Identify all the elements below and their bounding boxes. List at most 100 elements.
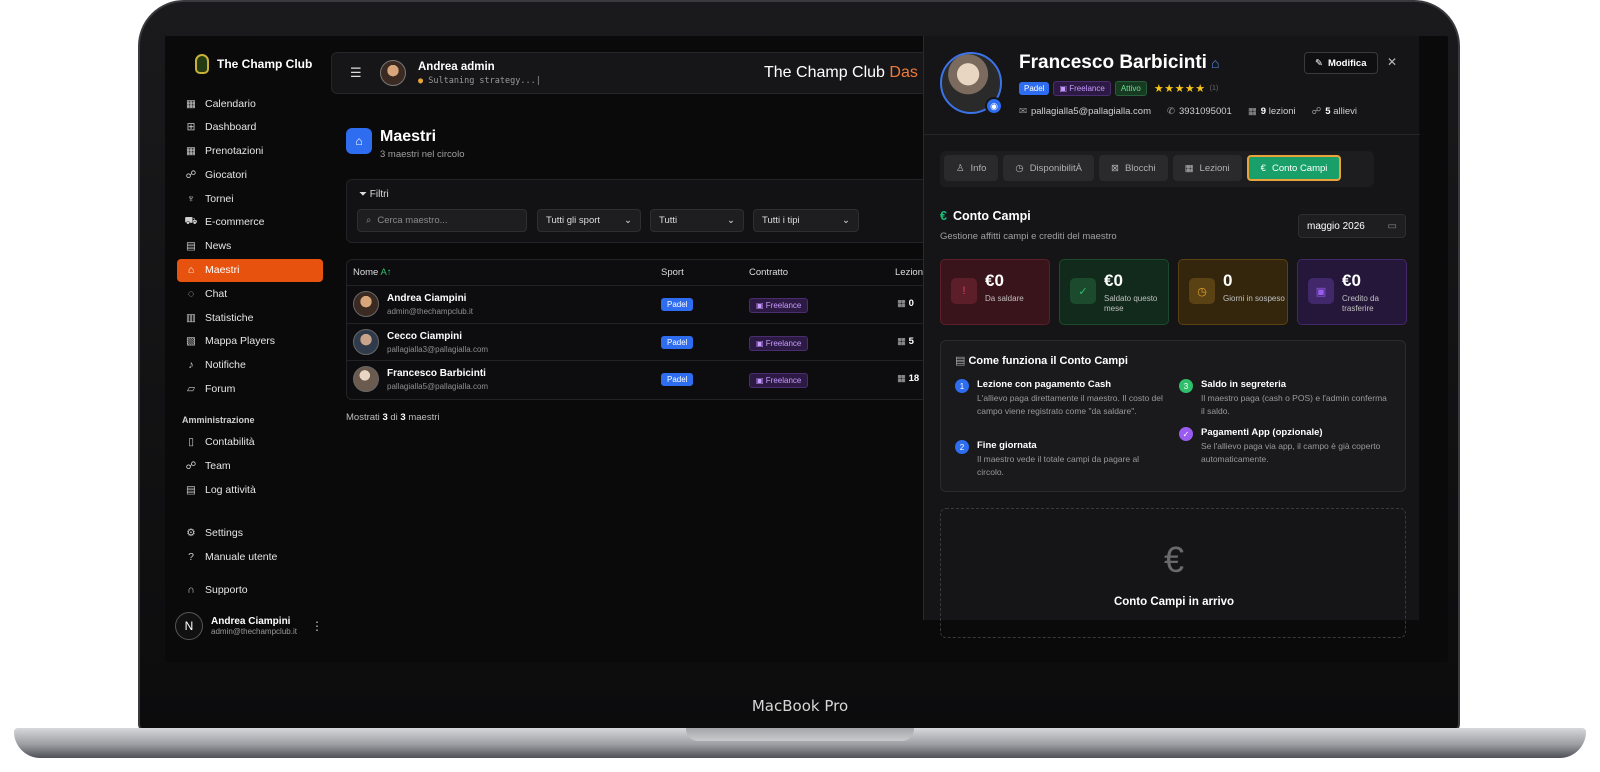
sidebar-item-maestri[interactable]: ⌂ Maestri (177, 258, 323, 282)
menu-icon[interactable]: ☰ (350, 65, 362, 81)
sidebar-user[interactable]: N Andrea Ciampini admin@thechampclub.it … (175, 612, 323, 640)
how-it-works-title: ▤ Come funziona il Conto Campi (955, 355, 1128, 367)
sidebar-item-log-attivita[interactable]: ▤ Log attività (177, 478, 323, 501)
coming-soon-title: Conto Campi in arrivo (1113, 596, 1235, 608)
log-icon: ▤ (186, 483, 196, 496)
section-title: € Conto Campi (940, 209, 1031, 223)
briefcase-icon: ▣ (756, 338, 766, 348)
pencil-icon: ✎ (1315, 57, 1323, 69)
sidebar-user-info: Andrea Ciampini admin@thechampclub.it (211, 616, 297, 636)
admin-section-label: Amministrazione (182, 414, 255, 425)
sidebar-item-prenotazioni[interactable]: ▦ Prenotazioni (177, 140, 323, 163)
kpi-giorni-sospeso: ◷ 0 Giorni in sospeso (1178, 259, 1288, 325)
sidebar-item-calendario[interactable]: ▦ Calendario (177, 92, 323, 115)
device-mockup: MacBook Pro The Champ Club ▦ Calendario ⊞… (0, 0, 1600, 772)
graduation-cap-icon: ⌂ (1210, 55, 1220, 71)
chevron-down-icon: ⌄ (727, 215, 735, 226)
avatar (353, 366, 379, 392)
sidebar-item-manuale[interactable]: ? Manuale utente (177, 546, 323, 569)
search-input[interactable]: ⌕ Cerca maestro... (357, 209, 527, 232)
bar-chart-icon: ▥ (186, 311, 196, 324)
filters-card: ⏷ Filtri ⌕ Cerca maestro... Tutti gli spo… (346, 179, 946, 243)
header-avatar[interactable] (380, 60, 406, 86)
help-icon: ? (188, 551, 194, 564)
euro-icon: € (1163, 539, 1185, 580)
table-row[interactable]: Cecco Ciampini pallagialla3@pallagialla.… (347, 324, 945, 361)
tab-info[interactable]: ♙ Info (944, 155, 999, 181)
month-picker[interactable]: maggio 2026 ▭ (1298, 214, 1406, 238)
app-logo[interactable]: The Champ Club (195, 54, 312, 74)
chevron-down-icon: ⌄ (842, 215, 850, 226)
sidebar-item-dashboard[interactable]: ⊞ Dashboard (177, 116, 323, 139)
lessons-cell: ▦ 0 (897, 298, 914, 309)
clock-icon: ◷ (1189, 278, 1215, 304)
euro-icon: € (1260, 162, 1266, 174)
sidebar: The Champ Club ▦ Calendario ⊞ Dashboard ▦ P… (165, 36, 333, 662)
sidebar-item-settings[interactable]: ⚙ Settings (177, 522, 323, 545)
tab-disponibilita[interactable]: ◷ DisponibilitÀ (1003, 155, 1094, 181)
kpi-da-saldare: ! €0 Da saldare (940, 259, 1050, 325)
type-select[interactable]: Tutti i tipi ⌄ (753, 209, 859, 232)
edit-button[interactable]: ✎ Modifica (1304, 52, 1378, 74)
team-icon: ☍ (185, 459, 197, 472)
sidebar-item-forum[interactable]: ▱ Forum (177, 378, 323, 401)
sidebar-item-supporto[interactable]: ∩ Supporto (177, 579, 323, 602)
sidebar-item-mappa-players[interactable]: ▧ Mappa Players (177, 330, 323, 353)
sidebar-item-news[interactable]: ▤ News (177, 235, 323, 258)
camera-icon[interactable]: ◉ (985, 97, 1003, 115)
mail-icon: ✉ (1019, 106, 1027, 117)
sidebar-item-tornei[interactable]: ♆ Tornei (177, 187, 323, 210)
maestro-email[interactable]: ✉ pallagialla5@pallagialla.com (1019, 106, 1151, 117)
lessons-cell: ▦ 5 (897, 335, 914, 347)
sidebar-item-chat[interactable]: ◌ Chat (177, 282, 323, 305)
sidebar-item-contabilita[interactable]: ▯ Contabilità (177, 431, 323, 454)
sport-badge: Padel (1019, 82, 1050, 95)
sidebar-item-statistiche[interactable]: ▥ Statistiche (177, 306, 323, 329)
document-icon: ▤ (955, 355, 969, 367)
filter-icon: ⏷ (359, 189, 370, 200)
briefcase-icon: ▣ (1059, 84, 1070, 93)
sport-select[interactable]: Tutti gli sport ⌄ (537, 209, 641, 232)
contract-select[interactable]: Tutti ⌄ (650, 209, 744, 232)
row-email: admin@thechampclub.it (387, 307, 473, 316)
bell-icon: ♪ (188, 359, 194, 372)
map-icon: ▧ (186, 335, 196, 348)
maestro-name: Francesco Barbicinti ⌂ (1019, 52, 1220, 73)
header-user-name: Andrea admin (418, 61, 495, 73)
sidebar-item-ecommerce[interactable]: ⛟ E-commerce (177, 211, 323, 234)
maestro-contact-info: ✉ pallagialla5@pallagialla.com ✆ 393109500… (1019, 106, 1357, 117)
row-email: pallagialla3@pallagialla.com (387, 344, 489, 354)
sort-icon[interactable]: A↑ (380, 267, 391, 278)
clock-icon: ◷ (1015, 162, 1024, 174)
wallet-icon: ▣ (1308, 278, 1334, 304)
briefcase-icon: ▣ (756, 376, 766, 385)
more-vertical-icon[interactable]: ⋮ (311, 619, 323, 633)
club-badge-icon (195, 54, 209, 74)
sidebar-item-giocatori[interactable]: ☍ Giocatori (177, 163, 323, 186)
sidebar-item-team[interactable]: ☍ Team (177, 454, 323, 477)
contract-badge: ▣ Freelance (749, 298, 809, 313)
tab-conto-campi[interactable]: € Conto Campi (1246, 155, 1342, 181)
row-email: pallagialla5@pallagialla.com (387, 382, 489, 391)
users-icon: ☍ (185, 168, 197, 181)
tab-blocchi[interactable]: ⊠ Blocchi (1098, 155, 1168, 181)
sport-badge: Padel (661, 298, 694, 311)
page-subtitle: 3 maestri nel circolo (380, 149, 465, 160)
sidebar-user-email: admin@thechampclub.it (211, 627, 297, 636)
chevron-down-icon: ⌄ (624, 215, 632, 226)
col-name[interactable]: Nome A↑ (353, 267, 392, 278)
col-lessons: Lezion (895, 267, 923, 278)
table-row[interactable]: Andrea Ciampini admin@thechampclub.it Pa… (347, 286, 945, 324)
filters-label: ⏷ Filtri (359, 189, 389, 200)
tab-lezioni[interactable]: ▦ Lezioni (1172, 155, 1242, 181)
how-it-works-card: ▤ Come funziona il Conto Campi 1 Lezione… (940, 340, 1406, 492)
sidebar-item-notifiche[interactable]: ♪ Notifiche (177, 354, 323, 377)
kpi-credito: ▣ €0 Credito da trasferire (1297, 259, 1407, 325)
close-icon[interactable]: ✕ (1387, 55, 1397, 69)
page-header: ⌂ Maestri 3 maestri nel circolo (346, 128, 464, 160)
alert-icon: ! (951, 278, 977, 304)
forum-icon: ▱ (186, 383, 196, 396)
avatar (353, 328, 379, 355)
maestro-phone[interactable]: ✆ 3931095001 (1167, 106, 1232, 117)
table-row[interactable]: Francesco Barbicinti pallagialla5@pallag… (347, 361, 945, 399)
